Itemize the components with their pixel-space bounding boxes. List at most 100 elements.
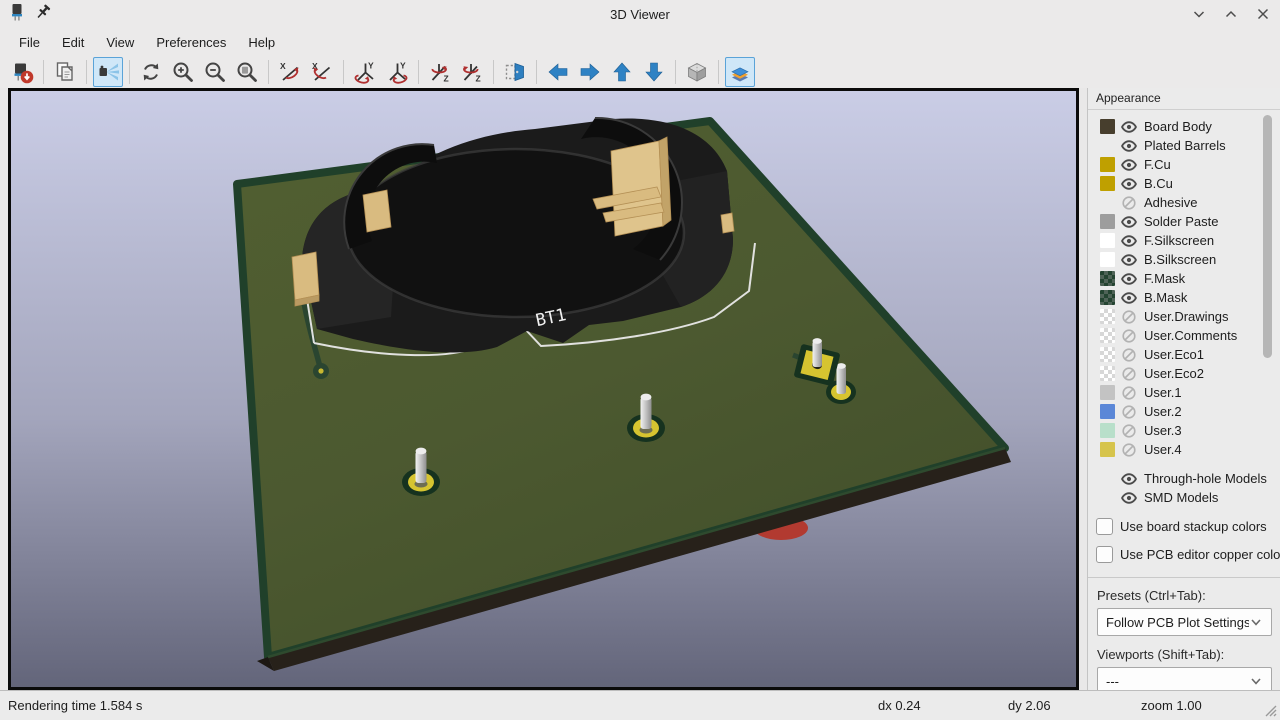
visibility-hidden-icon[interactable] (1121, 195, 1137, 211)
visibility-hidden-icon[interactable] (1121, 347, 1137, 363)
layer-color-swatch[interactable] (1100, 176, 1115, 191)
use-board-stackup-colors-checkbox[interactable]: Use board stackup colors (1096, 518, 1280, 535)
checkbox-box[interactable] (1096, 518, 1113, 535)
panel-divider (1088, 577, 1280, 578)
visibility-eye-icon[interactable] (1121, 471, 1137, 487)
models-list: Through-hole ModelsSMD Models (1088, 469, 1280, 507)
layer-color-swatch[interactable] (1100, 214, 1115, 229)
zoom-out-button[interactable] (200, 57, 230, 87)
layer-row-user-eco1[interactable]: User.Eco1 (1088, 345, 1280, 364)
menu-preferences[interactable]: Preferences (145, 30, 237, 55)
visibility-eye-icon[interactable] (1121, 490, 1137, 506)
use-pcb-editor-copper-color-checkbox[interactable]: Use PCB editor copper color (1096, 546, 1280, 563)
layer-color-swatch[interactable] (1100, 442, 1115, 457)
layer-row-b-silkscreen[interactable]: B.Silkscreen (1088, 250, 1280, 269)
zoom-to-fit-button[interactable] (232, 57, 262, 87)
layer-row-f-mask[interactable]: F.Mask (1088, 269, 1280, 288)
move-up-button[interactable] (607, 57, 637, 87)
layer-row-user-eco2[interactable]: User.Eco2 (1088, 364, 1280, 383)
visibility-eye-icon[interactable] (1121, 119, 1137, 135)
visibility-hidden-icon[interactable] (1121, 385, 1137, 401)
maximize-button[interactable] (1220, 3, 1242, 25)
layer-color-swatch[interactable] (1100, 347, 1115, 362)
layer-color-swatch[interactable] (1100, 157, 1115, 172)
svg-text:Y: Y (400, 61, 406, 71)
layer-row-user-drawings[interactable]: User.Drawings (1088, 307, 1280, 326)
layer-row-user-3[interactable]: User.3 (1088, 421, 1280, 440)
layer-row-b-cu[interactable]: B.Cu (1088, 174, 1280, 193)
visibility-hidden-icon[interactable] (1121, 366, 1137, 382)
layer-row-smd-models[interactable]: SMD Models (1088, 488, 1280, 507)
visibility-eye-icon[interactable] (1121, 214, 1137, 230)
layer-row-through-hole-models[interactable]: Through-hole Models (1088, 469, 1280, 488)
show-layers-button[interactable] (725, 57, 755, 87)
layer-row-board-body[interactable]: Board Body (1088, 117, 1280, 136)
layer-color-swatch[interactable] (1100, 252, 1115, 267)
redraw-button[interactable] (136, 57, 166, 87)
visibility-eye-icon[interactable] (1121, 271, 1137, 287)
visibility-hidden-icon[interactable] (1121, 309, 1137, 325)
panel-scrollbar[interactable] (1263, 115, 1272, 358)
layer-row-b-mask[interactable]: B.Mask (1088, 288, 1280, 307)
flip-board-button[interactable] (500, 57, 530, 87)
menu-edit[interactable]: Edit (51, 30, 95, 55)
layer-row-plated-barrels[interactable]: Plated Barrels (1088, 136, 1280, 155)
checkbox-box[interactable] (1096, 546, 1113, 563)
appearance-panel-title: Appearance (1088, 88, 1280, 110)
layer-row-user-2[interactable]: User.2 (1088, 402, 1280, 421)
layer-color-swatch[interactable] (1100, 385, 1115, 400)
resize-grip[interactable] (1261, 701, 1277, 717)
layer-row-user-comments[interactable]: User.Comments (1088, 326, 1280, 345)
layer-row-user-1[interactable]: User.1 (1088, 383, 1280, 402)
rotate-z-clockwise-button[interactable]: Z (425, 57, 455, 87)
rotate-y-clockwise-button[interactable]: Y (350, 57, 380, 87)
visibility-hidden-icon[interactable] (1121, 442, 1137, 458)
menu-help[interactable]: Help (237, 30, 286, 55)
svg-text:Y: Y (368, 61, 374, 71)
rotate-x-clockwise-button[interactable]: X (275, 57, 305, 87)
layer-color-swatch[interactable] (1100, 404, 1115, 419)
reload-board-button[interactable] (7, 57, 37, 87)
visibility-hidden-icon[interactable] (1121, 404, 1137, 420)
3d-viewport[interactable]: BT1 (8, 88, 1079, 690)
visibility-hidden-icon[interactable] (1121, 423, 1137, 439)
layer-row-solder-paste[interactable]: Solder Paste (1088, 212, 1280, 231)
layer-color-swatch[interactable] (1100, 233, 1115, 248)
layer-color-swatch[interactable] (1100, 423, 1115, 438)
render-current-view-button[interactable] (93, 57, 123, 87)
layer-color-swatch[interactable] (1100, 290, 1115, 305)
layer-color-swatch[interactable] (1100, 119, 1115, 134)
menu-file[interactable]: File (8, 30, 51, 55)
layer-label: User.4 (1144, 442, 1182, 457)
visibility-eye-icon[interactable] (1121, 138, 1137, 154)
viewports-dropdown[interactable]: --- (1097, 667, 1272, 690)
layer-color-swatch[interactable] (1100, 309, 1115, 324)
visibility-eye-icon[interactable] (1121, 252, 1137, 268)
presets-dropdown[interactable]: Follow PCB Plot Settings (1097, 608, 1272, 636)
minimize-button[interactable] (1188, 3, 1210, 25)
visibility-eye-icon[interactable] (1121, 233, 1137, 249)
rotate-z-counterclockwise-button[interactable]: Z (457, 57, 487, 87)
layer-row-adhesive[interactable]: Adhesive (1088, 193, 1280, 212)
pcb-3d-scene: BT1 (11, 91, 1076, 687)
zoom-in-button[interactable] (168, 57, 198, 87)
visibility-hidden-icon[interactable] (1121, 328, 1137, 344)
layer-color-swatch[interactable] (1100, 328, 1115, 343)
move-right-button[interactable] (575, 57, 605, 87)
rotate-y-counterclockwise-button[interactable]: Y (382, 57, 412, 87)
copy-image-button[interactable] (50, 57, 80, 87)
layer-row-f-silkscreen[interactable]: F.Silkscreen (1088, 231, 1280, 250)
move-left-button[interactable] (543, 57, 573, 87)
visibility-eye-icon[interactable] (1121, 157, 1137, 173)
menu-view[interactable]: View (95, 30, 145, 55)
visibility-eye-icon[interactable] (1121, 176, 1137, 192)
layer-color-swatch[interactable] (1100, 366, 1115, 381)
layer-row-user-4[interactable]: User.4 (1088, 440, 1280, 459)
layer-row-f-cu[interactable]: F.Cu (1088, 155, 1280, 174)
orthographic-projection-button[interactable] (682, 57, 712, 87)
close-button[interactable] (1252, 3, 1274, 25)
layer-color-swatch[interactable] (1100, 271, 1115, 286)
visibility-eye-icon[interactable] (1121, 290, 1137, 306)
rotate-x-counterclockwise-button[interactable]: X (307, 57, 337, 87)
move-down-button[interactable] (639, 57, 669, 87)
